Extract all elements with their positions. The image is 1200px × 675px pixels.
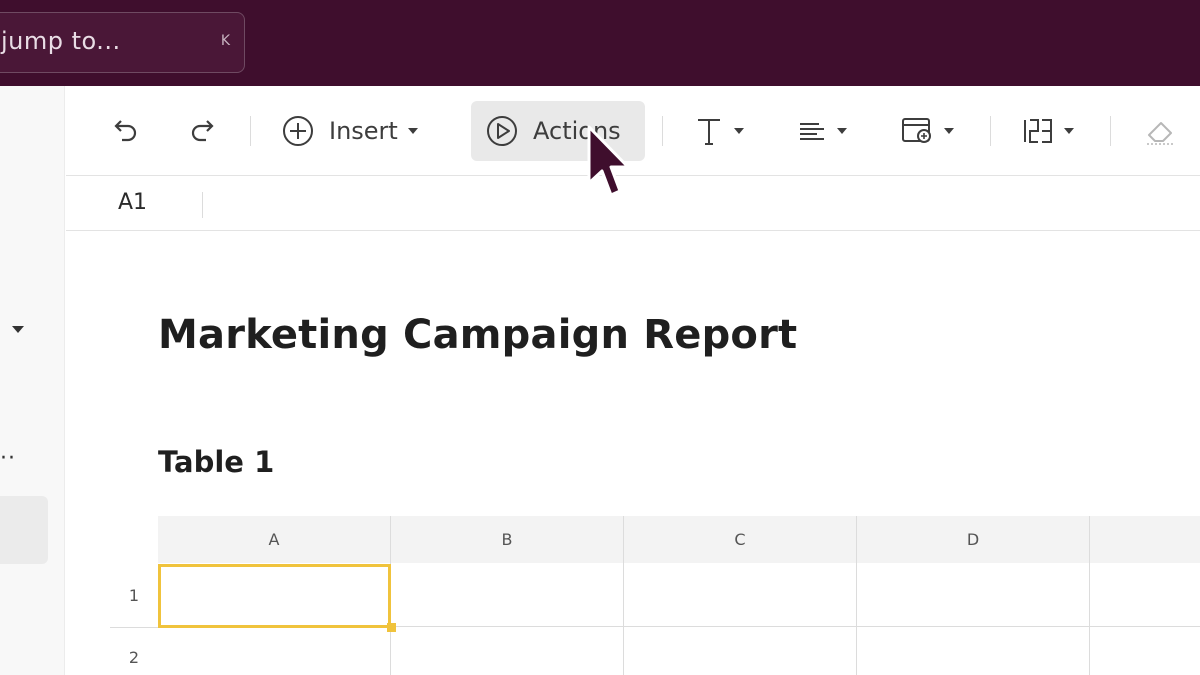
text-format-caret-icon [734,128,744,134]
cursor-pointer [587,125,629,197]
left-sidebar: ·· [0,86,65,675]
undo-button[interactable] [110,86,140,176]
table-cell[interactable] [624,563,857,627]
table-cell[interactable] [624,627,857,675]
cell-reference[interactable]: A1 [118,190,147,215]
column-header-label: C [734,530,746,549]
selected-cell-outline[interactable] [158,564,391,628]
insert-label: Insert [329,117,398,145]
fill-handle[interactable] [387,623,396,632]
column-header-label: B [501,530,513,549]
toolbar-separator [250,116,251,146]
formula-separator [202,192,203,218]
actions-play-icon [487,116,517,146]
table-cell[interactable] [391,627,624,675]
toolbar-separator [1110,116,1111,146]
sidebar-collapse-caret-icon[interactable] [12,326,24,333]
toolbar-separator [990,116,991,146]
formula-bar [66,177,1200,231]
table-cell[interactable] [391,563,624,627]
cell-format-caret-icon [944,128,954,134]
toolbar-separator [662,116,663,146]
column-header-label: D [966,530,980,549]
cell-format-icon [902,118,931,143]
column-header[interactable]: B [391,516,624,563]
text-format-button[interactable] [694,86,744,176]
column-header[interactable]: D [857,516,1090,563]
table-cell[interactable] [1090,627,1200,675]
insert-plus-icon [283,116,313,146]
table-title[interactable]: Table 1 [158,445,274,479]
row-header-label: 1 [128,585,140,605]
table-cell[interactable] [857,563,1090,627]
row-header[interactable]: 1 [110,563,158,627]
sidebar-active-item[interactable] [0,496,48,564]
number-format-caret-icon [1064,128,1074,134]
table-cell[interactable] [857,627,1090,675]
clear-format-button[interactable] [1145,86,1177,176]
insert-caret-icon [407,128,418,134]
cell-format-button[interactable] [900,86,954,176]
jump-to-search[interactable]: jump to... K [0,12,245,73]
column-header[interactable]: A [158,516,391,563]
page-title[interactable]: Marketing Campaign Report [158,312,797,358]
row-header[interactable]: 2 [110,627,158,675]
table-cell[interactable] [1090,563,1200,627]
row-header-label: 2 [128,647,140,667]
eraser-icon [1147,122,1173,145]
jump-to-shortcut: K [220,33,230,49]
redo-icon [191,120,214,142]
top-bar: jump to... K [0,0,1200,86]
text-format-icon [698,119,720,145]
undo-icon [114,120,137,142]
number-format-icon [1024,119,1052,143]
column-header[interactable] [1090,516,1200,563]
column-header-label: A [268,530,280,549]
number-format-button[interactable] [1022,86,1074,176]
redo-button[interactable] [188,86,218,176]
table-cell[interactable] [158,627,391,675]
align-icon [800,123,824,140]
column-header[interactable]: C [624,516,857,563]
align-button[interactable] [797,86,847,176]
row-divider [110,627,158,628]
sidebar-more-icon[interactable]: ·· [0,446,16,471]
align-caret-icon [837,128,847,134]
jump-to-placeholder: jump to... [1,27,121,55]
insert-button[interactable]: Insert [281,86,418,176]
